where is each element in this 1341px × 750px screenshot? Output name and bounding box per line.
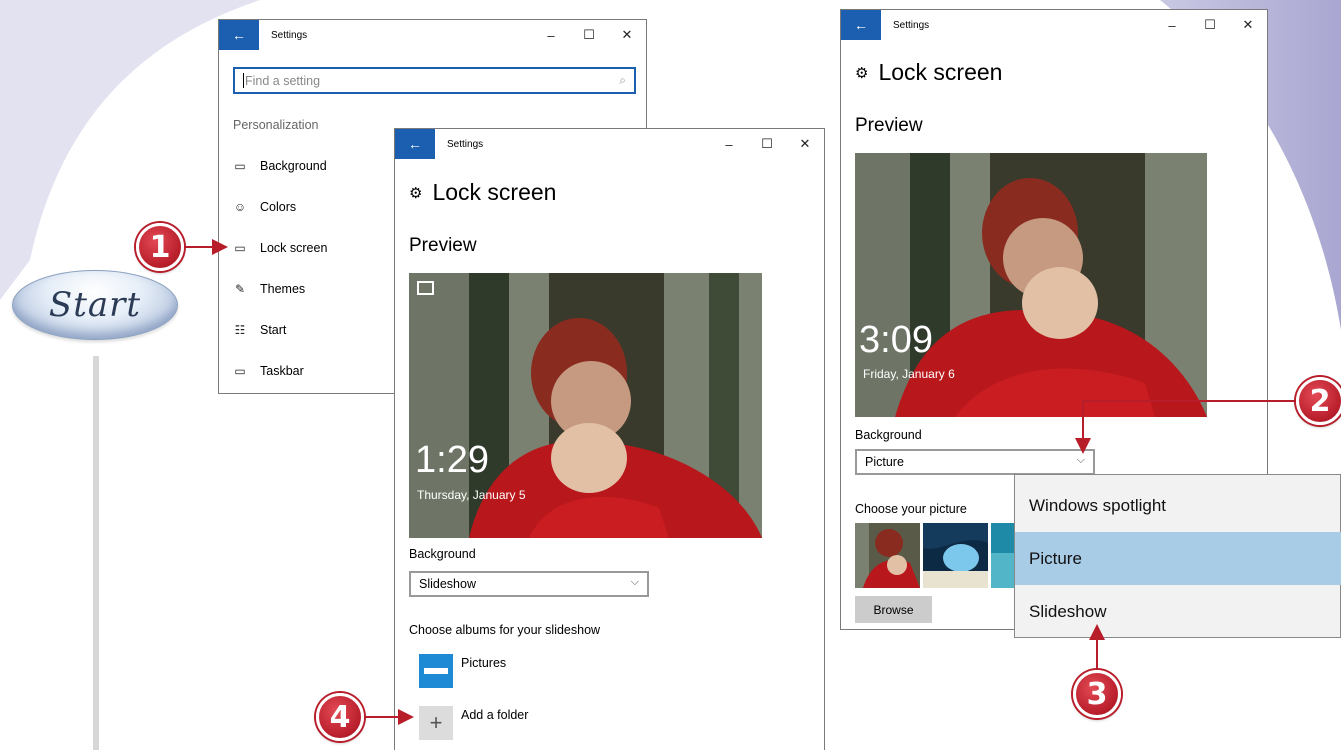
text-caret (243, 73, 244, 88)
gear-icon: ⚙ (855, 64, 869, 82)
option-picture[interactable]: Picture (1015, 532, 1341, 585)
back-button[interactable]: ← (841, 10, 881, 40)
search-icon: ⌕ (619, 73, 626, 87)
albums-label: Choose albums for your slideshow (409, 623, 601, 637)
page-title-text: Lock screen (878, 59, 1003, 85)
maximize-button[interactable]: ☐ (570, 20, 608, 50)
preview-heading: Preview (855, 115, 923, 136)
nav-item-themes[interactable]: ✎ Themes (233, 279, 305, 299)
preview-heading: Preview (409, 235, 477, 256)
page-title: ⚙ Lock screen (409, 179, 556, 206)
maximize-button[interactable]: ☐ (748, 129, 786, 159)
plus-icon: + (429, 710, 443, 735)
minimize-button[interactable]: – (1153, 10, 1191, 40)
callout-step-2: 2 (1296, 377, 1341, 425)
dropdown-value: Picture (865, 455, 904, 469)
lock-screen-icon: ▭ (234, 241, 246, 255)
minimize-button[interactable]: – (532, 20, 570, 50)
pictures-folder-icon (419, 654, 453, 688)
callout-step-3: 3 (1073, 670, 1121, 718)
add-folder-label[interactable]: Add a folder (461, 708, 528, 722)
callout-step-1: 1 (136, 223, 184, 271)
nav-item-colors[interactable]: ☺ Colors (233, 197, 296, 217)
choose-picture-label: Choose your picture (855, 502, 967, 516)
background-options-menu: Windows spotlight Picture Slideshow (1014, 474, 1341, 638)
start-bubble: Start (12, 270, 178, 340)
background-dropdown[interactable]: Slideshow ⌵ (409, 571, 649, 597)
picture-thumbnail[interactable] (855, 523, 920, 588)
background-dropdown[interactable]: Picture ⌵ (855, 449, 1095, 475)
nav-item-label: Background (260, 159, 327, 173)
background-label: Background (409, 547, 476, 561)
nav-item-label: Start (260, 323, 287, 337)
close-button[interactable]: ✕ (786, 129, 824, 159)
maximize-button[interactable]: ☐ (1191, 10, 1229, 40)
preview-time: 1:29 (415, 439, 489, 481)
window-title: Settings (271, 29, 308, 41)
flow-line (93, 356, 99, 750)
window-title: Settings (447, 138, 484, 150)
chevron-down-icon: ⌵ (630, 576, 639, 588)
nav-item-background[interactable]: ▭ Background (233, 156, 327, 176)
back-arrow-icon: ← (854, 17, 868, 33)
picture-thumbnail[interactable] (923, 523, 988, 588)
option-slideshow[interactable]: Slideshow (1015, 585, 1341, 638)
nav-item-label: Taskbar (260, 364, 304, 378)
themes-icon: ✎ (234, 282, 246, 296)
nav-item-taskbar[interactable]: ▭ Taskbar (233, 361, 304, 381)
palette-icon: ☺ (233, 200, 247, 214)
preview-time: 3:09 (859, 319, 933, 361)
chevron-down-icon: ⌵ (1076, 454, 1085, 466)
title-bar: ← Settings – ☐ ✕ (395, 129, 824, 159)
nav-item-lock-screen[interactable]: ▭ Lock screen (233, 238, 327, 258)
add-folder-button[interactable]: + (419, 706, 453, 740)
title-bar: ← Settings – ☐ ✕ (219, 20, 646, 50)
nav-item-label: Lock screen (260, 241, 328, 255)
browse-button[interactable]: Browse (855, 596, 932, 623)
close-button[interactable]: ✕ (1229, 10, 1267, 40)
taskbar-icon: ▭ (234, 364, 246, 378)
start-icon: ☷ (234, 323, 246, 337)
callout-step-4: 4 (316, 693, 364, 741)
back-arrow-icon: ← (232, 27, 246, 43)
picture-thumbnail[interactable] (991, 523, 1016, 588)
gear-icon: ⚙ (409, 184, 423, 202)
lock-screen-preview: 3:09 Friday, January 6 (855, 153, 1207, 417)
section-heading: Personalization (233, 118, 319, 132)
back-button[interactable]: ← (395, 129, 435, 159)
page-title: ⚙ Lock screen (855, 59, 1002, 86)
page-title-text: Lock screen (432, 179, 557, 205)
start-label: Start (48, 285, 142, 325)
nav-item-start[interactable]: ☷ Start (233, 320, 287, 340)
dropdown-value: Slideshow (419, 577, 476, 591)
search-placeholder: Find a setting (245, 73, 321, 88)
back-arrow-icon: ← (408, 136, 422, 152)
close-button[interactable]: ✕ (608, 20, 646, 50)
option-windows-spotlight[interactable]: Windows spotlight (1015, 479, 1341, 532)
settings-window-lock-screen-slideshow: ← Settings – ☐ ✕ ⚙ Lock screen Preview 1… (394, 128, 825, 750)
minimize-button[interactable]: – (710, 129, 748, 159)
picture-icon: ▭ (234, 159, 246, 173)
title-bar: ← Settings – ☐ ✕ (841, 10, 1267, 40)
back-button[interactable]: ← (219, 20, 259, 50)
lock-screen-preview: 1:29 Thursday, January 5 (409, 273, 762, 538)
search-input[interactable]: Find a setting ⌕ (233, 67, 636, 94)
album-pictures[interactable]: Pictures (461, 656, 506, 670)
background-label: Background (855, 428, 922, 442)
preview-date: Friday, January 6 (863, 367, 955, 381)
preview-date: Thursday, January 5 (417, 488, 526, 502)
nav-item-label: Colors (260, 200, 297, 214)
window-title: Settings (893, 19, 930, 31)
nav-item-label: Themes (260, 282, 306, 296)
